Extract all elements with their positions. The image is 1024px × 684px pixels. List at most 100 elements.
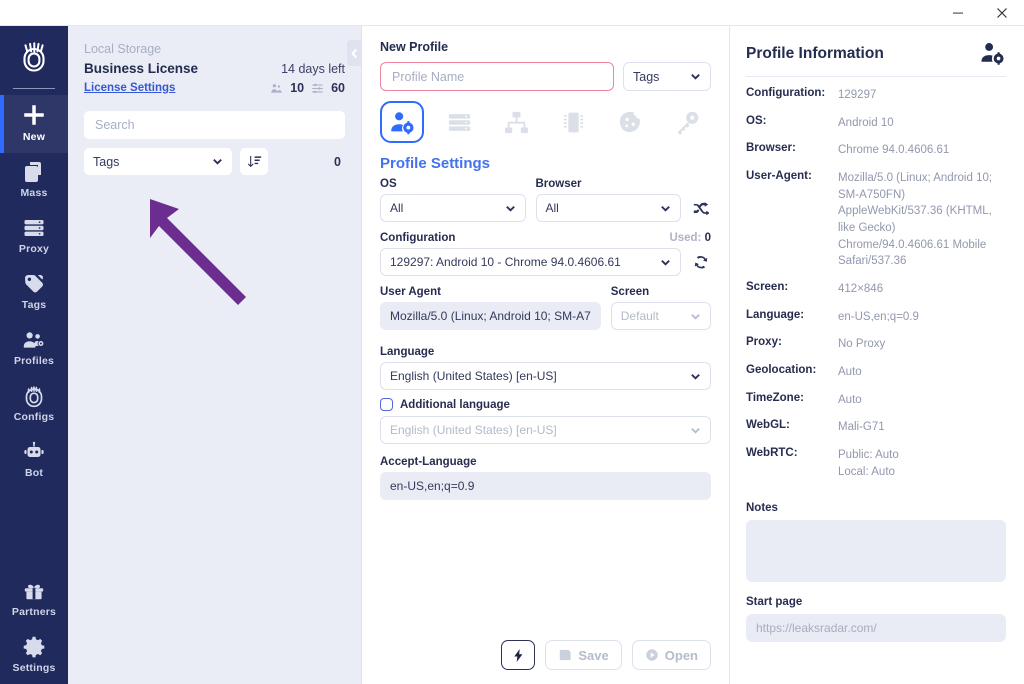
server-icon (24, 220, 44, 236)
browser-label: Browser (535, 178, 582, 190)
notes-textarea[interactable] (746, 520, 1006, 583)
configuration-value: 129297: Android 10 - Chrome 94.0.4606.61 (390, 255, 621, 269)
sidebar-item-configs[interactable]: Configs (0, 377, 68, 433)
info-value: Chrome 94.0.4606.61 (838, 144, 950, 157)
info-key: Language: (746, 308, 805, 321)
gear-icon (23, 636, 45, 658)
profiles-icon (23, 332, 45, 348)
section-title: Profile Settings (380, 155, 491, 172)
chevron-down-icon (213, 159, 222, 165)
sidebar-item-proxy[interactable]: Proxy (0, 209, 68, 265)
tab-profile-settings[interactable] (380, 101, 424, 143)
os-browser-row: OS All Browser All (380, 178, 711, 222)
tab-password[interactable] (665, 101, 709, 143)
open-button[interactable]: Open (631, 640, 711, 670)
info-key: User-Agent: (746, 170, 812, 183)
browser-value: All (545, 201, 559, 215)
start-page-input[interactable]: https://leaksradar.com/ (746, 614, 1006, 643)
sidebar-item-label: Bot (24, 467, 44, 479)
browser-dropdown[interactable]: All (535, 194, 681, 222)
language-label: Language (380, 346, 435, 358)
chevron-down-icon (691, 427, 700, 434)
info-value: 129297 (838, 89, 877, 101)
cookie-icon (619, 111, 640, 132)
collapse-panel-button[interactable] (347, 40, 361, 66)
profile-name-row: Tags (380, 62, 711, 91)
close-button[interactable] (980, 0, 1024, 25)
additional-language-checkbox-row[interactable]: Additional language (380, 398, 711, 411)
sidebar-item-profiles[interactable]: Profiles (0, 321, 68, 377)
profile-name-input[interactable] (380, 62, 614, 91)
tab-network[interactable] (494, 101, 538, 143)
additional-language-checkbox[interactable] (380, 398, 393, 411)
rail-divider (13, 88, 55, 89)
screen-value: Default (620, 309, 659, 323)
additional-language-label: Additional language (400, 398, 510, 411)
new-profile-panel: New Profile Tags (362, 26, 730, 684)
application-window: New Mass Proxy Tags Profiles Configs Bot… (0, 0, 1024, 684)
open-label: Open (664, 647, 698, 663)
user-agent-label: User Agent (380, 286, 441, 298)
play-circle-icon (646, 649, 658, 661)
tab-hardware[interactable] (551, 101, 595, 143)
configuration-label: Configuration (380, 232, 456, 244)
info-row: Language: en-US,en;q=0.9 (746, 309, 1006, 326)
info-key: TimeZone: (746, 391, 804, 404)
info-row: WebGL: Mali-G71 (746, 419, 1006, 436)
info-value: Mali-G71 (838, 421, 885, 434)
results-count: 0 (334, 154, 341, 169)
minimize-button[interactable] (936, 0, 980, 25)
configuration-header: Configuration Used: 0 (380, 232, 711, 248)
sidebar-item-label: New (22, 131, 46, 143)
user-gear-icon (981, 43, 1004, 65)
accept-language-label: Accept-Language (380, 456, 477, 468)
additional-language-dropdown[interactable]: English (United States) [en-US] (380, 416, 711, 444)
info-row: Geolocation: Auto (746, 364, 1006, 381)
sitemap-icon (504, 111, 528, 133)
save-button[interactable]: Save (545, 640, 622, 670)
info-value: 412×846 (838, 283, 884, 296)
tags-filter-dropdown[interactable]: Tags (84, 148, 232, 175)
copy-icon (25, 162, 41, 182)
sidebar-item-bot[interactable]: Bot (0, 433, 68, 489)
refresh-configuration-button[interactable] (691, 248, 711, 276)
configuration-row: 129297: Android 10 - Chrome 94.0.4606.61 (380, 248, 711, 276)
sort-descending-icon (247, 155, 261, 168)
sidebar-item-settings[interactable]: Settings (0, 628, 68, 684)
quick-launch-button[interactable] (501, 640, 536, 670)
shuffle-button[interactable] (691, 194, 711, 222)
sidebar-item-label: Mass (20, 187, 48, 199)
server-icon (448, 113, 470, 131)
sidebar-item-partners[interactable]: Partners (0, 572, 68, 628)
search-input[interactable] (84, 111, 345, 139)
info-row: TimeZone: Auto (746, 392, 1006, 409)
panel-heading: New Profile (380, 40, 449, 54)
license-settings-link[interactable]: License Settings (84, 82, 175, 94)
os-dropdown[interactable]: All (380, 194, 526, 222)
configuration-dropdown[interactable]: 129297: Android 10 - Chrome 94.0.4606.61 (380, 248, 681, 276)
main-body: New Mass Proxy Tags Profiles Configs Bot… (0, 26, 1024, 684)
start-page-label: Start page (746, 596, 803, 609)
language-dropdown[interactable]: English (United States) [en-US] (380, 362, 711, 390)
sidebar-item-new[interactable]: New (0, 95, 68, 153)
sort-button[interactable] (240, 148, 268, 175)
screen-dropdown[interactable]: Default (610, 302, 711, 330)
annotation-arrow (150, 199, 246, 305)
info-key: Proxy: (746, 336, 782, 349)
tab-proxy[interactable] (437, 101, 481, 143)
sidebar-item-label: Configs (13, 411, 55, 423)
screen-label: Screen (610, 286, 650, 298)
tab-cookies[interactable] (608, 101, 652, 143)
save-label: Save (578, 647, 609, 663)
info-row: Proxy: No Proxy (746, 336, 1006, 353)
chevron-down-icon (691, 74, 700, 80)
sidebar-item-mass[interactable]: Mass (0, 153, 68, 209)
profile-information-panel: Profile Information Configuration: 12929… (730, 26, 1024, 684)
user-gear-icon (390, 111, 414, 134)
info-key: WebRTC: (746, 447, 798, 460)
profiles-count-icon (270, 82, 283, 95)
profile-tags-dropdown[interactable]: Tags (623, 62, 711, 91)
sidebar-item-tags[interactable]: Tags (0, 265, 68, 321)
sidebar-item-label: Tags (21, 299, 47, 311)
title-bar (0, 0, 1024, 26)
